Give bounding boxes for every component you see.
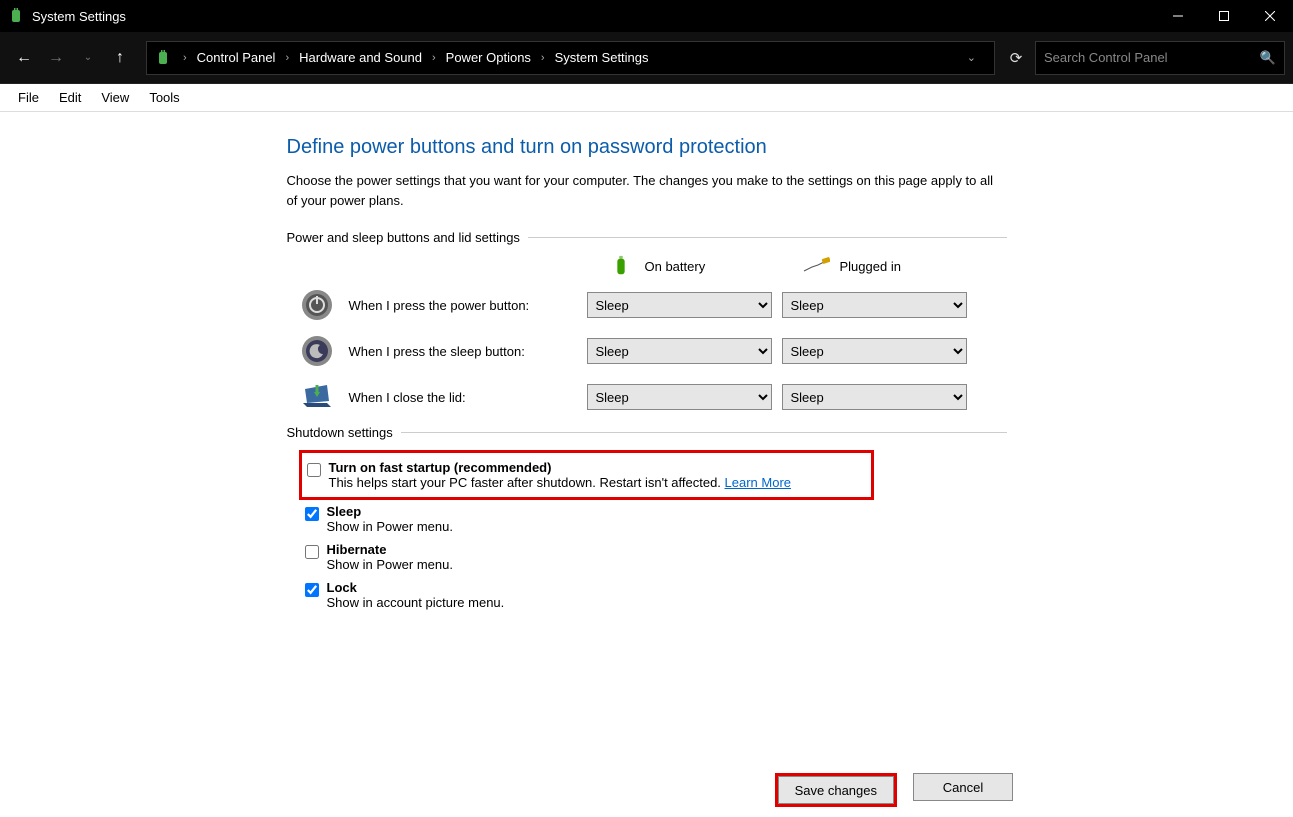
minimize-button[interactable]	[1155, 0, 1201, 32]
power-button-plugged-select[interactable]: Sleep	[782, 292, 967, 318]
maximize-button[interactable]	[1201, 0, 1247, 32]
highlight-save-button: Save changes	[775, 773, 897, 807]
sleep-button-plugged-select[interactable]: Sleep	[782, 338, 967, 364]
recent-dropdown[interactable]: ⌄	[74, 44, 102, 72]
hibernate-checkbox[interactable]	[305, 545, 319, 559]
section-power-sleep: Power and sleep buttons and lid settings	[287, 230, 1007, 245]
up-button[interactable]: ↑	[106, 44, 134, 72]
footer-buttons: Save changes Cancel	[0, 773, 1293, 807]
option-lock: Lock Show in account picture menu.	[287, 576, 1007, 614]
option-desc: Show in Power menu.	[327, 519, 453, 534]
row-label: When I close the lid:	[349, 390, 466, 405]
column-battery-label: On battery	[645, 259, 706, 274]
learn-more-link[interactable]: Learn More	[725, 475, 791, 490]
row-label: When I press the power button:	[349, 298, 530, 313]
sleep-checkbox[interactable]	[305, 507, 319, 521]
breadcrumb-item[interactable]: System Settings	[551, 50, 653, 65]
chevron-icon: ›	[426, 52, 442, 64]
menu-edit[interactable]: Edit	[49, 90, 91, 105]
lid-battery-select[interactable]: Sleep	[587, 384, 772, 410]
content-area: Define power buttons and turn on passwor…	[0, 112, 1293, 614]
address-bar[interactable]: › Control Panel › Hardware and Sound › P…	[146, 41, 995, 75]
sleep-button-icon	[299, 333, 335, 369]
chevron-icon: ›	[279, 52, 295, 64]
power-button-icon	[299, 287, 335, 323]
menu-file[interactable]: File	[8, 90, 49, 105]
option-fast-startup: Turn on fast startup (recommended) This …	[305, 456, 868, 494]
battery-icon	[607, 255, 635, 277]
row-sleep-button: When I press the sleep button: Sleep Sle…	[287, 333, 1007, 369]
cancel-button[interactable]: Cancel	[913, 773, 1013, 801]
address-dropdown[interactable]: ⌄	[957, 51, 986, 64]
breadcrumb-item[interactable]: Power Options	[442, 50, 535, 65]
column-headers: On battery Plugged in	[287, 255, 1007, 277]
forward-button[interactable]: →	[42, 44, 70, 72]
column-plugged-label: Plugged in	[840, 259, 901, 274]
option-desc: Show in account picture menu.	[327, 595, 505, 610]
app-icon	[8, 8, 24, 24]
nav-bar: ← → ⌄ ↑ › Control Panel › Hardware and S…	[0, 32, 1293, 84]
option-sleep: Sleep Show in Power menu.	[287, 500, 1007, 538]
page-heading: Define power buttons and turn on passwor…	[287, 136, 1007, 159]
menu-tools[interactable]: Tools	[139, 90, 189, 105]
menu-view[interactable]: View	[91, 90, 139, 105]
option-title: Turn on fast startup (recommended)	[329, 460, 792, 475]
lid-icon	[299, 379, 335, 415]
close-button[interactable]	[1247, 0, 1293, 32]
option-desc: This helps start your PC faster after sh…	[329, 475, 792, 490]
lock-checkbox[interactable]	[305, 583, 319, 597]
section-title-label: Shutdown settings	[287, 425, 393, 440]
breadcrumb-item[interactable]: Hardware and Sound	[295, 50, 426, 65]
row-close-lid: When I close the lid: Sleep Sleep	[287, 379, 1007, 415]
breadcrumb-item[interactable]: Control Panel	[193, 50, 280, 65]
control-panel-icon	[155, 50, 171, 66]
row-label: When I press the sleep button:	[349, 344, 525, 359]
fast-startup-checkbox[interactable]	[307, 463, 321, 477]
refresh-button[interactable]: ⟳	[1001, 49, 1031, 67]
search-box[interactable]: 🔍	[1035, 41, 1285, 75]
search-icon[interactable]: 🔍	[1260, 50, 1276, 66]
option-desc: Show in Power menu.	[327, 557, 453, 572]
highlight-fast-startup: Turn on fast startup (recommended) This …	[299, 450, 874, 500]
lid-plugged-select[interactable]: Sleep	[782, 384, 967, 410]
back-button[interactable]: ←	[10, 44, 38, 72]
save-button[interactable]: Save changes	[778, 776, 894, 804]
option-title: Hibernate	[327, 542, 453, 557]
section-title-label: Power and sleep buttons and lid settings	[287, 230, 520, 245]
chevron-icon: ›	[535, 52, 551, 64]
option-title: Lock	[327, 580, 505, 595]
window-title: System Settings	[32, 9, 126, 24]
chevron-icon: ›	[177, 52, 193, 64]
row-power-button: When I press the power button: Sleep Sle…	[287, 287, 1007, 323]
menu-bar: File Edit View Tools	[0, 84, 1293, 112]
page-description: Choose the power settings that you want …	[287, 171, 1007, 210]
search-input[interactable]	[1044, 50, 1260, 65]
option-title: Sleep	[327, 504, 453, 519]
power-button-battery-select[interactable]: Sleep	[587, 292, 772, 318]
title-bar: System Settings	[0, 0, 1293, 32]
section-shutdown: Shutdown settings	[287, 425, 1007, 440]
plug-icon	[802, 255, 830, 277]
option-hibernate: Hibernate Show in Power menu.	[287, 538, 1007, 576]
sleep-button-battery-select[interactable]: Sleep	[587, 338, 772, 364]
